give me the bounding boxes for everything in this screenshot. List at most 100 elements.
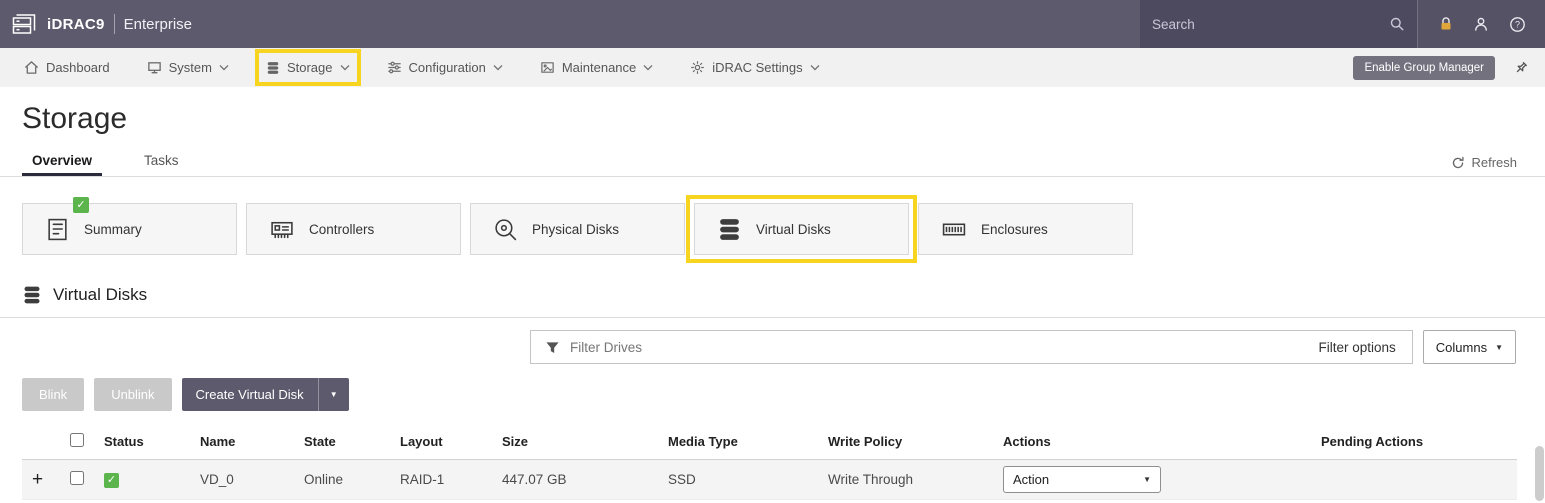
- action-select-value: Action: [1013, 472, 1049, 487]
- unblink-button[interactable]: Unblink: [94, 378, 171, 411]
- filter-options-link[interactable]: Filter options: [1318, 340, 1411, 355]
- columns-button[interactable]: Columns ▼: [1423, 330, 1516, 364]
- brand-name: iDRAC9: [47, 16, 105, 33]
- help-icon[interactable]: ?: [1509, 16, 1526, 33]
- top-bar: iDRAC9 Enterprise: [0, 0, 1545, 48]
- card-controllers[interactable]: Controllers: [246, 203, 461, 255]
- select-all-checkbox[interactable]: [70, 433, 84, 447]
- actions-cell: Action ▼: [997, 500, 1315, 503]
- pending-actions-cell: [1315, 460, 1517, 500]
- card-label: Controllers: [309, 222, 374, 237]
- brand: iDRAC9 Enterprise: [0, 0, 192, 48]
- layout-cell: RAID-1: [394, 460, 496, 500]
- card-label: Summary: [84, 222, 142, 237]
- svg-text:?: ?: [1514, 19, 1519, 29]
- monitor-icon: [147, 60, 162, 75]
- caret-down-icon: ▼: [330, 390, 338, 399]
- caret-down-icon: ▼: [1143, 475, 1151, 484]
- storage-cards: ✓ Summary Controllers: [22, 203, 1545, 255]
- nav-item-idrac-settings[interactable]: iDRAC Settings: [690, 60, 819, 75]
- topbar-icon-group: ?: [1417, 0, 1545, 48]
- card-enclosures[interactable]: Enclosures: [918, 203, 1133, 255]
- status-cell: ✓: [98, 460, 194, 500]
- col-state: State: [298, 424, 394, 460]
- refresh-label: Refresh: [1471, 155, 1517, 170]
- storage-disks-icon: [266, 61, 280, 75]
- idrac-logo-icon: [12, 13, 38, 35]
- section-head: Virtual Disks: [22, 285, 1545, 317]
- maintenance-icon: [540, 60, 555, 75]
- columns-label: Columns: [1436, 340, 1487, 355]
- card-label: Virtual Disks: [756, 222, 831, 237]
- chevron-down-icon: [643, 64, 653, 71]
- filter-box: Filter options: [530, 330, 1413, 364]
- expand-row-button[interactable]: +: [22, 500, 62, 503]
- refresh-button[interactable]: Refresh: [1451, 155, 1517, 176]
- controller-card-icon: [269, 217, 295, 242]
- search-icon[interactable]: [1389, 16, 1405, 32]
- nav-item-dashboard[interactable]: Dashboard: [24, 60, 110, 75]
- brand-edition: Enterprise: [124, 16, 192, 33]
- caret-down-icon: ▼: [1495, 343, 1503, 352]
- filter-funnel-icon: [545, 340, 560, 355]
- tab-overview[interactable]: Overview: [22, 146, 102, 176]
- chevron-down-icon: [340, 64, 350, 71]
- search-box: [1140, 0, 1417, 48]
- virtual-disks-icon: [717, 217, 742, 242]
- col-media-type: Media Type: [662, 424, 822, 460]
- search-input[interactable]: [1152, 17, 1389, 32]
- nav-label: Dashboard: [46, 60, 110, 75]
- nav-item-maintenance[interactable]: Maintenance: [540, 60, 653, 75]
- status-cell: ✓: [98, 500, 194, 503]
- expand-row-button[interactable]: +: [22, 460, 62, 500]
- col-write-policy: Write Policy: [822, 424, 997, 460]
- card-virtual-disks[interactable]: Virtual Disks: [694, 203, 909, 255]
- nav-item-storage[interactable]: Storage: [266, 60, 350, 75]
- status-ok-icon: ✓: [104, 473, 119, 488]
- col-name: Name: [194, 424, 298, 460]
- card-label: Physical Disks: [532, 222, 619, 237]
- user-icon[interactable]: [1473, 16, 1489, 32]
- chevron-down-icon: [493, 64, 503, 71]
- filter-drives-input[interactable]: [570, 340, 1318, 355]
- table-row: + ✓ DATA Online RAID-6 60798.38 GB SSD W…: [22, 500, 1517, 503]
- card-summary[interactable]: ✓ Summary: [22, 203, 237, 255]
- status-ok-badge: ✓: [73, 197, 89, 213]
- create-virtual-disk-label: Create Virtual Disk: [182, 378, 318, 411]
- blink-button[interactable]: Blink: [22, 378, 84, 411]
- size-cell: 447.07 GB: [496, 460, 662, 500]
- nav-label: Storage: [287, 60, 333, 75]
- state-cell: Online: [298, 500, 394, 503]
- enclosure-icon: [941, 217, 967, 242]
- row-checkbox[interactable]: [70, 471, 84, 485]
- name-cell: DATA: [194, 500, 298, 503]
- create-virtual-disk-button[interactable]: Create Virtual Disk ▼: [182, 378, 349, 411]
- page-title: Storage: [22, 102, 1545, 136]
- col-size: Size: [496, 424, 662, 460]
- section-divider: [0, 317, 1545, 318]
- nav-item-configuration[interactable]: Configuration: [387, 60, 503, 75]
- create-dropdown-toggle[interactable]: ▼: [318, 378, 349, 411]
- action-select[interactable]: Action ▼: [1003, 466, 1161, 493]
- enable-group-manager-button[interactable]: Enable Group Manager: [1353, 56, 1495, 80]
- size-cell: 60798.38 GB: [496, 500, 662, 503]
- sliders-icon: [387, 60, 402, 75]
- col-pending-actions: Pending Actions: [1315, 424, 1517, 460]
- vertical-scrollbar-thumb[interactable]: [1535, 446, 1544, 501]
- pin-icon[interactable]: [1513, 60, 1529, 76]
- row-select-cell: [62, 460, 98, 500]
- nav-label: Maintenance: [562, 60, 636, 75]
- home-icon: [24, 60, 39, 75]
- media-type-cell: SSD: [662, 500, 822, 503]
- card-physical-disks[interactable]: Physical Disks: [470, 203, 685, 255]
- expand-column-header: [22, 424, 62, 460]
- select-all-header: [62, 424, 98, 460]
- nav-item-system[interactable]: System: [147, 60, 229, 75]
- main-nav: Dashboard System Storage: [0, 48, 1545, 87]
- refresh-icon: [1451, 156, 1465, 170]
- lock-icon[interactable]: [1438, 16, 1454, 32]
- tab-tasks[interactable]: Tasks: [134, 146, 189, 176]
- row-select-cell: [62, 500, 98, 503]
- summary-document-icon: [45, 217, 70, 242]
- section-title: Virtual Disks: [53, 285, 147, 305]
